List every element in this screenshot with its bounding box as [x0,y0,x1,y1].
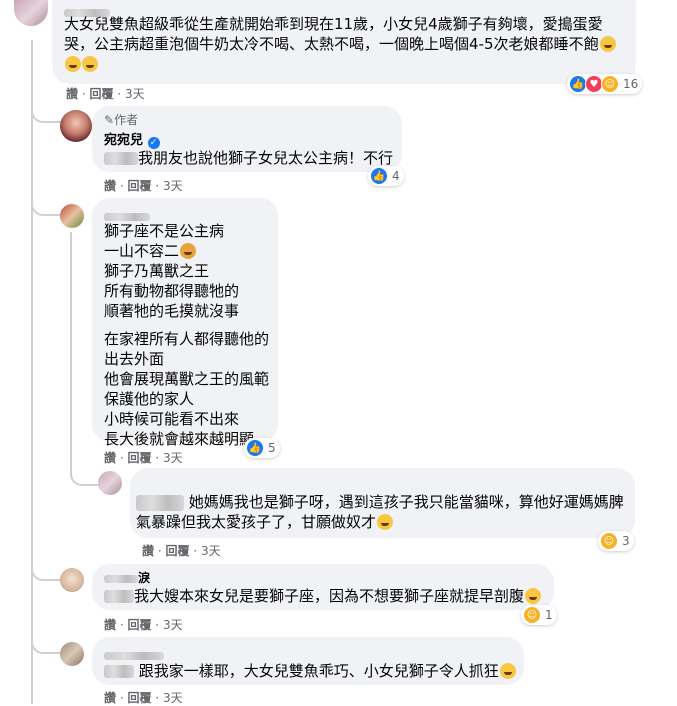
reaction-count: 1 [545,608,553,622]
thread-connector [31,190,61,216]
like-icon: 👍 [246,439,264,457]
comment-bubble: 跟我家一樣耶，大女兒雙魚乖巧、小女兒獅子令人抓狂 [92,637,524,685]
person-emoji-icon [180,243,197,259]
reaction-summary[interactable]: 👍 5 [244,438,280,458]
haha-icon: ☺ [523,606,541,624]
like-button[interactable]: 讚 [104,618,116,632]
avatar[interactable] [60,568,84,592]
thread-line [70,232,72,477]
comment-actions: 讚 · 回覆 · 3天 [104,179,183,193]
comment-text: 大女兒雙魚超級乖從生產就開始乖到現在11歲，小女兒4歲獅子有夠壞，愛搗蛋愛 哭，… [64,14,630,74]
comment-line: 哭，公主病超重泡個牛奶太冷不喝、太熱不喝，一個晚上喝個4-5次老娘都睡不飽 [64,34,630,54]
thread-connector [31,95,61,123]
comment-line: 獅子乃萬獸之王 [104,262,210,280]
avatar[interactable] [60,204,84,228]
comment-text: 我朋友也說他獅子女兒太公主病！不行 [104,148,393,168]
reply-button[interactable]: 回覆 [127,179,151,193]
grin-emoji-icon [65,56,81,72]
comment-bubble: 淚 我大嫂本來女兒是要獅子座，因為不想要獅子座就提早剖腹 [92,564,554,610]
comment-text: 我大嫂本來女兒是要獅子座，因為不想要獅子座就提早剖腹 [104,586,542,606]
like-button[interactable]: 讚 [104,691,116,705]
like-button[interactable]: 讚 [104,451,116,465]
reaction-count: 3 [622,534,630,548]
timestamp[interactable]: 3天 [125,87,145,101]
haha-icon: ☺ [600,532,618,550]
comment-actions: 讚 · 回覆 · 3天 [104,451,183,465]
thread-connector [31,555,61,581]
comment-bubble: 獅子座不是公主病 一山不容二 獅子乃萬獸之王 所有動物都得聽牠的 順著牠的毛摸就… [92,198,278,448]
reaction-summary[interactable]: 👍 4 [368,166,404,186]
comment-line: 所有動物都得聽牠的 [104,282,240,300]
reply-button[interactable]: 回覆 [127,618,151,632]
tired-emoji-icon [499,663,516,679]
avatar[interactable] [98,471,122,495]
comment-actions: 讚 · 回覆 · 3天 [104,691,183,705]
reaction-count: 5 [268,441,276,455]
avatar[interactable] [60,642,84,666]
comment-text: 她媽媽我也是獅子呀，遇到這孩子我只能當貓咪，算他好運媽媽脾 氣暴躁但我太愛孩子了… [136,492,628,532]
mention-tag[interactable] [136,494,184,511]
reaction-summary[interactable]: ☺ 1 [521,605,557,625]
like-button[interactable]: 讚 [66,87,78,101]
pencil-icon: ✎ [104,113,115,127]
comment-bubble: 她媽媽我也是獅子呀，遇到這孩子我只能當貓咪，算他好運媽媽脾 氣暴躁但我太愛孩子了… [130,468,635,538]
reaction-count: 4 [392,169,400,183]
comment-text: 獅子座不是公主病 一山不容二 獅子乃萬獸之王 所有動物都得聽牠的 順著牠的毛摸就… [104,221,269,449]
thread-connector [31,628,61,654]
timestamp[interactable]: 3天 [163,618,183,632]
timestamp[interactable]: 3天 [163,179,183,193]
comment-line: 一山不容二 [104,241,269,261]
like-button[interactable]: 讚 [142,544,154,558]
grin-emoji-icon [599,36,616,52]
comment-line: 小時候可能看不出來 [104,410,240,428]
author-badge: ✎作者 [104,113,139,127]
author-name[interactable]: 淚 [104,569,150,586]
comment-line: 保護他的家人 [104,390,195,408]
comment-line: 她媽媽我也是獅子呀，遇到這孩子我只能當貓咪，算他好運媽媽脾 [136,492,628,512]
thread-connector [70,460,100,486]
comment-text: 跟我家一樣耶，大女兒雙魚乖巧、小女兒獅子令人抓狂 [104,661,516,681]
haha-icon: ☺ [601,75,619,93]
comment-line: 順著牠的毛摸就沒事 [104,302,240,320]
like-button[interactable]: 讚 [104,179,116,193]
grin-emoji-icon [377,514,394,530]
mention-tag[interactable] [104,152,138,165]
comment-line: 出去外面 [104,350,165,368]
reaction-summary[interactable]: ☺ 3 [598,531,634,551]
reply-button[interactable]: 回覆 [89,87,113,101]
comment-line: 氣暴躁但我太愛孩子了，甘願做奴才 [136,512,628,532]
comment-line: 大女兒雙魚超級乖從生產就開始乖到現在11歲，小女兒4歲獅子有夠壞，愛搗蛋愛 [64,15,603,33]
reply-button[interactable]: 回覆 [127,451,151,465]
reaction-summary[interactable]: 👍 ♥ ☺ 16 [567,74,643,94]
comment-bubble: ✎作者 宛宛兒 ✓ 我朋友也說他獅子女兒太公主病！不行 [92,106,402,172]
like-icon: 👍 [370,167,388,185]
timestamp[interactable]: 3天 [163,451,183,465]
author-name[interactable]: 宛宛兒 ✓ [104,129,160,149]
thread-line [31,40,33,704]
reaction-count: 16 [623,77,639,91]
mention-tag[interactable] [104,665,134,678]
comment-line: 獅子座不是公主病 [104,222,225,240]
comment-actions: 讚 · 回覆 · 3天 [142,544,221,558]
reply-button[interactable]: 回覆 [165,544,189,558]
grin-emoji-icon [82,56,98,72]
comment-actions: 讚 · 回覆 · 3天 [104,618,183,632]
avatar[interactable] [14,0,48,26]
mention-tag[interactable] [104,590,134,603]
comment-line [64,54,630,74]
timestamp[interactable]: 3天 [163,691,183,705]
author-avatar[interactable] [60,110,92,142]
rofl-emoji-icon [525,588,542,604]
reply-button[interactable]: 回覆 [127,691,151,705]
comment-actions: 讚 · 回覆 · 3天 [66,87,145,101]
timestamp[interactable]: 3天 [201,544,221,558]
comment-line: 他會展現萬獸之王的風範 [104,370,270,388]
comment-bubble: 大女兒雙魚超級乖從生產就開始乖到現在11歲，小女兒4歲獅子有夠壞，愛搗蛋愛 哭，… [52,0,636,84]
comment-line: 在家裡所有人都得聽他的 [104,330,270,348]
